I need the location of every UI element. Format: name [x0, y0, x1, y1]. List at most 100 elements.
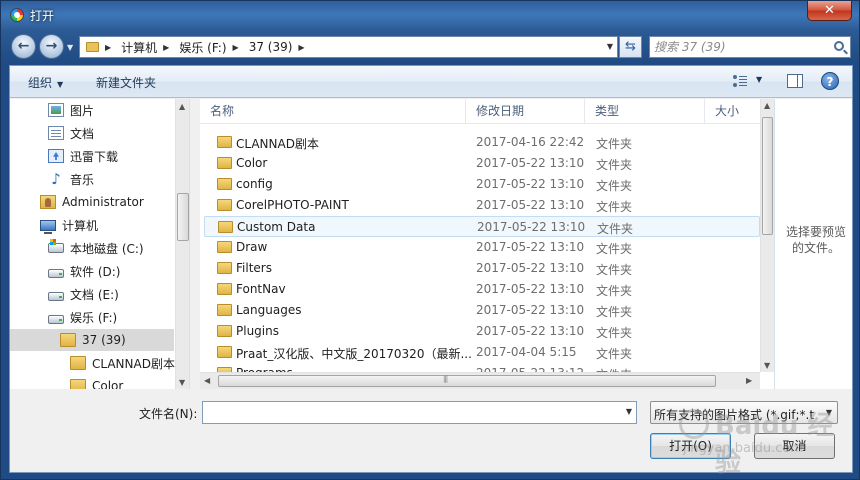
- recent-locations-dropdown[interactable]: ▼: [67, 43, 73, 52]
- file-type: 文件夹: [596, 137, 633, 151]
- nav-tree-item-label: Administrator: [62, 195, 144, 209]
- nav-tree-item[interactable]: 图片: [10, 99, 174, 121]
- filename-combobox[interactable]: ▼: [202, 401, 637, 424]
- file-type: 文件夹: [597, 222, 634, 236]
- file-modified-date: 2017-05-22 13:10: [477, 220, 586, 234]
- nav-tree-item[interactable]: 本地磁盘 (C:): [10, 237, 174, 259]
- search-icon[interactable]: [834, 41, 844, 51]
- preview-pane-toggle-icon[interactable]: [787, 74, 803, 88]
- file-row[interactable]: Color 2017-05-22 13:10 文件夹: [204, 153, 760, 174]
- organize-label: 组织: [28, 76, 53, 90]
- organize-button[interactable]: 组织 ▼: [28, 74, 63, 91]
- breadcrumb-chevron-icon[interactable]: ▶: [233, 43, 239, 52]
- breadcrumb-chevron-icon[interactable]: ▶: [298, 43, 304, 52]
- system-drive-icon: [48, 239, 64, 253]
- scrollbar-thumb[interactable]: [177, 193, 189, 241]
- help-icon[interactable]: ?: [821, 72, 839, 90]
- address-bar[interactable]: ▶ 计算机 ▶ 娱乐 (F:) ▶ 37 (39) ▶ ▼: [79, 36, 618, 58]
- breadcrumb-current-folder[interactable]: 37 (39): [249, 40, 293, 54]
- filename-input[interactable]: [205, 404, 615, 421]
- folder-icon: [217, 262, 232, 274]
- file-row[interactable]: Plugins 2017-05-22 13:10 文件夹: [204, 321, 760, 342]
- column-header-type[interactable]: 类型: [585, 99, 705, 124]
- file-modified-date: 2017-04-04 5:15: [476, 345, 577, 359]
- forward-button[interactable]: →: [39, 34, 64, 59]
- breadcrumb-computer[interactable]: 计算机: [121, 39, 157, 56]
- folder-icon: [217, 325, 232, 337]
- file-row[interactable]: Custom Data 2017-05-22 13:10 文件夹: [204, 216, 760, 237]
- nav-tree-item[interactable]: 软件 (D:): [10, 260, 174, 282]
- search-box[interactable]: [649, 36, 851, 58]
- file-modified-date: 2017-05-22 13:10: [476, 240, 585, 254]
- file-entry-area: 文件名(N): ▼ 所有支持的图片格式 (*.gif;*.til ▼ 打开(O)…: [10, 390, 852, 472]
- file-row[interactable]: FontNav 2017-05-22 13:10 文件夹: [204, 279, 760, 300]
- address-dropdown-icon[interactable]: ▼: [607, 42, 613, 51]
- file-row[interactable]: Languages 2017-05-22 13:10 文件夹: [204, 300, 760, 321]
- file-row[interactable]: Draw 2017-05-22 13:10 文件夹: [204, 237, 760, 258]
- file-type-filter[interactable]: 所有支持的图片格式 (*.gif;*.til ▼: [650, 401, 838, 424]
- file-type: 文件夹: [596, 326, 633, 340]
- folder-icon: [86, 42, 99, 52]
- close-button[interactable]: ✕: [807, 1, 852, 21]
- column-header-size[interactable]: 大小: [705, 99, 765, 124]
- new-folder-button[interactable]: 新建文件夹: [96, 74, 156, 91]
- breadcrumb-chevron-icon[interactable]: ▶: [163, 43, 169, 52]
- nav-tree-item-label: 本地磁盘 (C:): [70, 241, 144, 256]
- scroll-up-icon[interactable]: ▲: [764, 101, 770, 110]
- file-row[interactable]: CLANNAD剧本 2017-04-16 22:42 文件夹: [204, 132, 760, 153]
- file-type: 文件夹: [596, 305, 633, 319]
- app-icon: [10, 8, 24, 22]
- search-input[interactable]: [654, 39, 829, 55]
- scroll-up-icon[interactable]: ▲: [179, 102, 185, 111]
- file-type: 文件夹: [596, 347, 633, 361]
- nav-tree-item[interactable]: 计算机: [10, 214, 174, 236]
- nav-tree-item[interactable]: Administrator: [10, 191, 174, 213]
- file-name: Languages: [236, 303, 302, 317]
- file-name: Plugins: [236, 324, 279, 338]
- nav-tree-item-label: 文档: [70, 126, 95, 141]
- folder-icon: [218, 221, 233, 233]
- scroll-down-icon[interactable]: ▼: [764, 361, 770, 370]
- nav-tree-item-label: 娱乐 (F:): [70, 310, 118, 325]
- file-list-horizontal-scrollbar[interactable]: ◀ ||| ▶: [200, 372, 760, 389]
- scrollbar-thumb[interactable]: [762, 117, 773, 235]
- file-row[interactable]: Filters 2017-05-22 13:10 文件夹: [204, 258, 760, 279]
- cancel-button[interactable]: 取消: [754, 433, 835, 459]
- file-modified-date: 2017-05-22 13:10: [476, 177, 585, 191]
- drive-icon: [48, 291, 64, 301]
- folder-icon: [217, 283, 232, 295]
- file-type: 文件夹: [596, 158, 633, 172]
- nav-tree-item[interactable]: 37 (39): [10, 329, 174, 351]
- nav-tree-item[interactable]: Color: [10, 375, 174, 389]
- scroll-right-icon[interactable]: ▶: [746, 376, 752, 385]
- open-button[interactable]: 打开(O): [650, 433, 731, 459]
- breadcrumb-drive-f[interactable]: 娱乐 (F:): [179, 39, 226, 56]
- back-arrow-icon: ←: [17, 38, 30, 54]
- view-options-chevron-icon[interactable]: ▼: [756, 75, 762, 84]
- file-list-vertical-scrollbar[interactable]: ▲ ▼: [760, 99, 774, 372]
- scroll-left-icon[interactable]: ◀: [204, 376, 210, 385]
- nav-tree-item[interactable]: 娱乐 (F:): [10, 306, 174, 328]
- file-row[interactable]: config 2017-05-22 13:10 文件夹: [204, 174, 760, 195]
- file-row[interactable]: Praat_汉化版、中文版_20170320（最新... 2017-04-04 5…: [204, 342, 760, 363]
- nav-tree-item[interactable]: 迅雷下载: [10, 145, 174, 167]
- breadcrumb-chevron-icon[interactable]: ▶: [105, 43, 111, 52]
- nav-tree-item-label: 计算机: [62, 218, 99, 233]
- nav-tree-item[interactable]: CLANNAD剧本: [10, 352, 175, 374]
- change-view-icon[interactable]: [733, 75, 747, 87]
- column-header-modified[interactable]: 修改日期: [466, 99, 585, 124]
- filename-dropdown-icon[interactable]: ▼: [626, 407, 632, 416]
- file-row[interactable]: CorelPHOTO-PAINT 2017-05-22 13:10 文件夹: [204, 195, 760, 216]
- file-name: Filters: [236, 261, 272, 275]
- xunlei-download-icon: [48, 149, 64, 163]
- nav-tree-item[interactable]: 文档 (E:): [10, 283, 174, 305]
- nav-tree-item[interactable]: 文档: [10, 122, 174, 144]
- nav-tree-item-label: 迅雷下载: [70, 149, 119, 164]
- scrollbar-thumb[interactable]: [218, 375, 716, 387]
- column-header-name[interactable]: 名称: [200, 99, 466, 124]
- scroll-down-icon[interactable]: ▼: [179, 378, 185, 387]
- navigation-scrollbar[interactable]: ▲ ▼: [175, 99, 189, 389]
- nav-tree-item[interactable]: ♪ 音乐: [10, 168, 174, 190]
- refresh-button[interactable]: ⇆: [619, 36, 642, 58]
- back-button[interactable]: ←: [11, 34, 36, 59]
